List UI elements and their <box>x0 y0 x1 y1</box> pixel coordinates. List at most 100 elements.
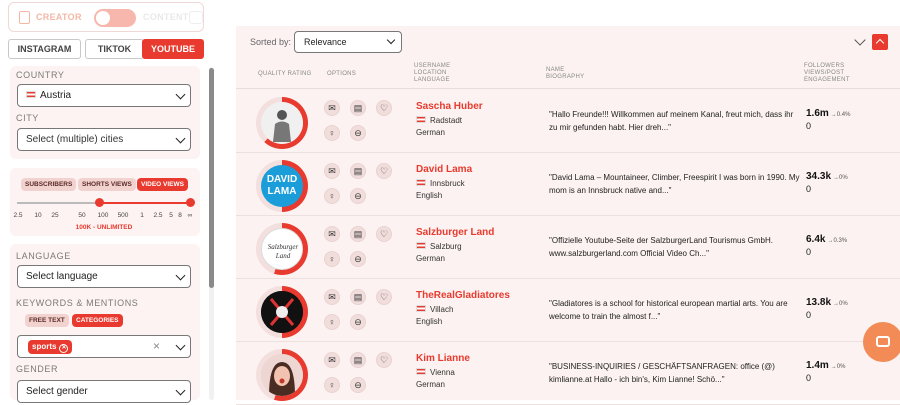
list-icon[interactable]: ▤ <box>350 226 366 242</box>
location-text: Radstadt <box>430 116 463 125</box>
city-placeholder: Select (multiple) cities <box>26 134 124 145</box>
block-icon[interactable]: ⊖ <box>350 377 366 393</box>
gender-icon[interactable]: ♀ <box>324 377 340 393</box>
remove-tag-icon[interactable]: ✕ <box>59 344 69 353</box>
tag-sports[interactable]: sports ✕ <box>28 340 73 354</box>
tick-label: 2.5 <box>153 212 163 219</box>
tab-tiktok[interactable]: TIKTOK <box>85 39 144 59</box>
followers: 1.4m →0% <box>806 360 845 371</box>
bio-line: welcome to train the almost f..." <box>549 312 661 321</box>
views-slider-track[interactable] <box>17 202 191 204</box>
creator-label[interactable]: CREATOR <box>36 12 82 22</box>
heart-icon[interactable]: ♡ <box>376 163 392 179</box>
biography: "David Lama – Mountaineer, Climber, Free… <box>549 171 801 197</box>
tick-label: 25 <box>51 212 59 219</box>
list-icon[interactable]: ▤ <box>350 163 366 179</box>
heart-icon[interactable]: ♡ <box>376 100 392 116</box>
table-row[interactable]: ✉ ▤ ♡ ♀ ⊖ Sascha Huber Radstadt German "… <box>236 90 900 153</box>
location: Villach <box>416 305 453 314</box>
chevron-down-icon <box>175 270 186 281</box>
followers-value: 1.4m <box>806 360 829 371</box>
sort-select[interactable]: Relevance <box>294 31 402 53</box>
followers: 1.6m →0.4% <box>806 108 850 119</box>
header-language: LANGUAGE <box>414 77 450 83</box>
heart-icon[interactable]: ♡ <box>376 352 392 368</box>
biography: "BUSINESS-INQUIRIES / GESCHÄFTSANFRAGEN:… <box>549 360 801 386</box>
mail-icon[interactable]: ✉ <box>324 163 340 179</box>
username[interactable]: Salzburger Land <box>416 227 494 238</box>
location: Radstadt <box>416 116 462 125</box>
heart-icon[interactable]: ♡ <box>376 289 392 305</box>
block-icon[interactable]: ⊖ <box>350 251 366 267</box>
austria-flag-icon <box>26 91 36 98</box>
gender-placeholder: Select gender <box>26 386 88 397</box>
gender-label: GENDER <box>16 364 59 374</box>
svg-text:Salzburger: Salzburger <box>268 243 299 251</box>
list-icon[interactable]: ▤ <box>350 289 366 305</box>
mail-icon[interactable]: ✉ <box>324 226 340 242</box>
sidebar-scroll-thumb[interactable] <box>209 68 214 288</box>
list-icon[interactable]: ▤ <box>350 100 366 116</box>
block-icon[interactable]: ⊖ <box>350 125 366 141</box>
gender-icon[interactable]: ♀ <box>324 251 340 267</box>
table-row[interactable]: ✉ ▤ ♡ ♀ ⊖ Kim Lianne Vienna German "BUSI… <box>236 342 900 405</box>
chat-icon <box>876 336 890 347</box>
table-row[interactable]: Salzburger Land ✉ ▤ ♡ ♀ ⊖ Salzburger Land… <box>236 216 900 279</box>
table-row[interactable]: DAVID LAMA ✉ ▤ ♡ ♀ ⊖ David Lama Innsbruck… <box>236 153 900 216</box>
chip-video-views[interactable]: VIDEO VIEWS <box>137 178 188 191</box>
header-name: NAME BIOGRAPHY <box>546 67 584 81</box>
gender-icon[interactable]: ♀ <box>324 125 340 141</box>
table-row[interactable]: ✉ ▤ ♡ ♀ ⊖ TheRealGladiatores Villach Eng… <box>236 279 900 342</box>
tab-youtube[interactable]: YOUTUBE <box>142 39 204 59</box>
chip-shorts-views[interactable]: SHORTS VIEWS <box>78 178 136 191</box>
gender-icon[interactable]: ♀ <box>324 188 340 204</box>
header-followers: FOLLOWERS VIEWS/POST ENGAGEMENT <box>804 63 850 84</box>
engagement: 0 <box>806 247 812 257</box>
followers: 13.8k →0% <box>806 297 848 308</box>
bio-line: zu mir gefunden habt. Hier dreh..." <box>549 123 672 132</box>
biography: "Hallo Freunde!!! Willkommen auf meinem … <box>549 108 801 134</box>
content-label[interactable]: CONTENT <box>143 12 189 22</box>
language: English <box>416 191 443 200</box>
username[interactable]: Kim Lianne <box>416 353 470 364</box>
tab-instagram[interactable]: INSTAGRAM <box>8 39 81 59</box>
language: German <box>416 380 445 389</box>
block-icon[interactable]: ⊖ <box>350 188 366 204</box>
trend-value: 0.4% <box>836 112 851 118</box>
tick-label: 2.5 <box>13 212 23 219</box>
followers-value: 13.8k <box>806 297 832 308</box>
header-followers-label: FOLLOWERS <box>804 63 845 69</box>
city-select[interactable]: Select (multiple) cities <box>17 128 191 151</box>
language-select[interactable]: Select language <box>17 265 191 288</box>
trend: →0.3% <box>827 238 848 244</box>
trend: →0% <box>833 175 848 181</box>
username[interactable]: David Lama <box>416 164 472 175</box>
language: German <box>416 128 445 137</box>
chip-categories[interactable]: CATEGORIES <box>72 314 123 327</box>
block-icon[interactable]: ⊖ <box>350 314 366 330</box>
mail-icon[interactable]: ✉ <box>324 289 340 305</box>
username[interactable]: TheRealGladiatores <box>416 290 510 301</box>
chip-subscribers[interactable]: SUBSCRIBERS <box>21 178 77 191</box>
list-icon[interactable]: ▤ <box>350 352 366 368</box>
slider-min-handle[interactable] <box>95 198 104 207</box>
engagement: 0 <box>806 373 812 383</box>
tick-label: 100 <box>97 212 109 219</box>
collapse-button[interactable] <box>872 34 888 50</box>
tag-sports-label: sports <box>32 342 57 351</box>
mail-icon[interactable]: ✉ <box>324 352 340 368</box>
username[interactable]: Sascha Huber <box>416 101 483 112</box>
chat-button[interactable] <box>863 322 900 362</box>
slider-max-handle[interactable] <box>186 198 195 207</box>
followers-value: 6.4k <box>806 234 826 245</box>
mail-icon[interactable]: ✉ <box>324 100 340 116</box>
header-biography: BIOGRAPHY <box>546 74 585 80</box>
country-select[interactable]: Austria <box>17 84 191 107</box>
heart-icon[interactable]: ♡ <box>376 226 392 242</box>
clear-icon[interactable]: × <box>153 336 160 357</box>
chip-free-text[interactable]: FREE TEXT <box>25 314 69 327</box>
header-views-post: VIEWS/POST <box>804 70 845 76</box>
mode-switch[interactable] <box>94 9 136 27</box>
gender-icon[interactable]: ♀ <box>324 314 340 330</box>
location: Innsbruck <box>416 179 465 188</box>
